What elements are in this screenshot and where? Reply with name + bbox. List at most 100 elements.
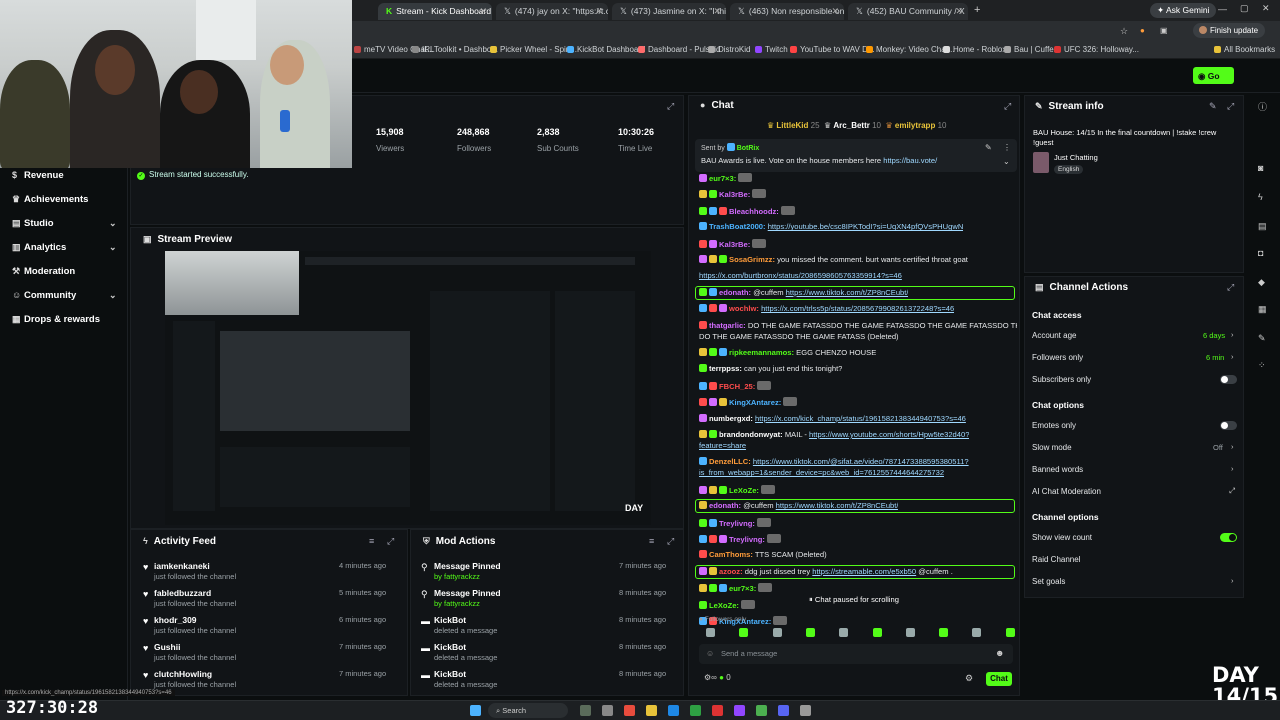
chat-username[interactable]: KingXAntarez: xyxy=(729,398,781,407)
followers-only-value[interactable]: 6 min xyxy=(1206,353,1224,362)
bookmark-item[interactable]: YouTube to WAV D... xyxy=(790,45,875,54)
quick-emote-icon[interactable] xyxy=(972,628,982,637)
chat-username[interactable]: numbergxd: xyxy=(709,414,753,423)
chat-input[interactable]: ☺ Send a message ☻ xyxy=(699,644,1013,664)
app-icon[interactable] xyxy=(800,705,811,716)
chat-message[interactable]: FBCH_25: xyxy=(699,380,772,391)
sidebar-item-drops[interactable]: ▦ Drops & rewards xyxy=(12,314,100,325)
chat-settings-icon[interactable]: ⚙ xyxy=(965,673,973,684)
chat-message[interactable]: wochlw: https://x.com/trlss5p/status/208… xyxy=(699,304,954,313)
bell-icon[interactable]: ◆ xyxy=(1258,277,1265,288)
chat-username[interactable]: ripkeemannamos: xyxy=(729,348,794,357)
tab-kick-dashboard[interactable]: K Stream - Kick Dashboard ✕ xyxy=(378,3,492,20)
feed-username[interactable]: iamkenkaneki xyxy=(154,561,210,571)
app-icon[interactable] xyxy=(712,705,723,716)
bookmark-item[interactable]: Home - Roblox xyxy=(943,45,1006,54)
chrome-icon[interactable] xyxy=(756,705,767,716)
app-icon[interactable] xyxy=(668,705,679,716)
account-age-label[interactable]: Account age xyxy=(1032,331,1076,340)
chat-link[interactable]: https://streamable.com/e5xb50 xyxy=(812,567,916,576)
bolt-icon[interactable]: ϟ xyxy=(1258,192,1263,202)
chat-message[interactable]: feature=share xyxy=(699,441,746,450)
feed-username[interactable]: clutchHowling xyxy=(154,669,212,679)
chat-message[interactable]: KingXAntarez: xyxy=(699,397,798,407)
slow-mode-label[interactable]: Slow mode xyxy=(1032,443,1072,452)
chat-link[interactable]: https://www.tiktok.com/t/ZP8nCEubt/ xyxy=(776,501,899,510)
quick-emote-icon[interactable] xyxy=(939,628,949,637)
chat-message[interactable]: azooz: ddg just dissed trey https://stre… xyxy=(699,566,953,576)
chat-username[interactable]: LeXoZe: xyxy=(709,601,739,610)
bookmark-item[interactable]: IRLToolkit • Dashbo... xyxy=(412,45,498,54)
chat-icon[interactable]: ◘ xyxy=(1258,248,1263,258)
document-icon[interactable]: ▤ xyxy=(1258,221,1267,232)
chat-message[interactable]: edonath: @cuffem https://www.tiktok.com/… xyxy=(699,287,908,297)
close-window-icon[interactable]: ✕ xyxy=(1262,3,1270,14)
chat-message[interactable]: is_from_webapp=1&sender_device=pc&web_id… xyxy=(699,468,944,477)
chat-username[interactable]: eur7×3: xyxy=(729,584,756,593)
extension-icon[interactable]: ● xyxy=(1140,26,1145,35)
chat-link[interactable]: https://www.tiktok.com/@sifat.ae/video/7… xyxy=(753,457,969,466)
sidebar-item-analytics[interactable]: ▥ Analytics ⌄ xyxy=(12,242,117,253)
star-icon[interactable]: ☆ xyxy=(1120,26,1128,37)
feed-username[interactable]: fabledbuzzard xyxy=(154,588,211,598)
chat-username[interactable]: LeXoZe: xyxy=(729,486,759,495)
chat-message[interactable]: DO THE GAME FATASSDO THE GAME FATASS (De… xyxy=(699,332,899,341)
chat-username[interactable]: SosaGrimzz: xyxy=(729,255,775,264)
chat-message[interactable]: LeXoZe: xyxy=(699,599,756,610)
chat-username[interactable]: DenzelLLC: xyxy=(709,457,751,466)
chat-message[interactable]: eur7×3: xyxy=(699,173,753,183)
chat-username[interactable]: wochlw: xyxy=(729,304,759,313)
chat-link[interactable]: feature=share xyxy=(699,441,746,450)
bookmark-item[interactable]: Picker Wheel - Spin... xyxy=(490,45,577,54)
chat-username[interactable]: azooz: xyxy=(719,567,743,576)
emoji-icon[interactable]: ☺ xyxy=(706,649,714,658)
tab-x-1[interactable]: 𝕏(474) jay on X: "https://t.co/r...✕ xyxy=(496,3,608,20)
chat-message[interactable]: thatgarlic: DO THE GAME FATASSDO THE GAM… xyxy=(699,320,1017,330)
quick-emote-icon[interactable] xyxy=(706,628,715,637)
send-chat-button[interactable]: Chat xyxy=(986,672,1012,686)
maximize-icon[interactable]: ▢ xyxy=(1240,3,1249,14)
banned-words-label[interactable]: Banned words xyxy=(1032,465,1083,474)
chat-username[interactable]: terrppss: xyxy=(709,364,742,373)
taskbar-search[interactable]: ⌕ Search xyxy=(488,703,568,718)
chevron-right-icon[interactable]: › xyxy=(1231,576,1234,585)
chat-link[interactable]: https://x.com/kick_champ/status/19615821… xyxy=(755,414,966,423)
ask-gemini-button[interactable]: ✦ Ask Gemini xyxy=(1150,3,1217,18)
feed-username[interactable]: Gushii xyxy=(154,642,180,652)
popout-icon[interactable]: ⤢ xyxy=(1227,282,1234,293)
gifter-name[interactable]: Arc_Bettr xyxy=(833,121,869,130)
quick-emote-icon[interactable] xyxy=(805,628,815,637)
chat-paused-banner[interactable]: ⏸ Chat paused for scrolling xyxy=(803,593,913,606)
chat-username[interactable]: Treylivng: xyxy=(719,519,755,528)
app-icon[interactable] xyxy=(734,705,745,716)
app-icon[interactable] xyxy=(690,705,701,716)
close-tab-icon[interactable]: ✕ xyxy=(831,6,839,17)
filter-icon[interactable]: ≡ xyxy=(649,536,654,546)
chat-message[interactable]: Treylivng: xyxy=(699,534,781,544)
chevron-right-icon[interactable]: › xyxy=(1231,464,1234,473)
folder-icon[interactable] xyxy=(646,705,657,716)
wrench-icon[interactable]: ✎ xyxy=(1258,333,1266,344)
info-icon[interactable]: ⓘ xyxy=(1258,100,1267,113)
close-tab-icon[interactable]: ✕ xyxy=(479,6,487,17)
account-age-value[interactable]: 6 days xyxy=(1203,331,1225,340)
chat-username[interactable]: Kal3rBe: xyxy=(719,190,750,199)
tab-x-2[interactable]: 𝕏(473) Jasmine on X: "I think ab...✕ xyxy=(612,3,726,20)
chat-message[interactable]: ripkeemannamos: EGG CHENZO HOUSE xyxy=(699,348,876,357)
quick-emote-icon[interactable] xyxy=(739,628,749,637)
finish-update-button[interactable]: Finish update xyxy=(1193,23,1265,38)
new-tab-icon[interactable]: + xyxy=(974,4,980,16)
chat-message[interactable]: Treylivng: xyxy=(699,517,771,528)
chevron-down-icon[interactable]: ⌄ xyxy=(1003,157,1010,166)
windows-start-icon[interactable] xyxy=(470,705,481,716)
chat-username[interactable]: TrashBoat2000: xyxy=(709,222,766,231)
chat-message[interactable]: edonath: @cuffem https://www.tiktok.com/… xyxy=(699,501,898,510)
chat-username[interactable]: brandondonwyat: xyxy=(719,430,783,439)
sidebar-item-community[interactable]: ☺ Community ⌄ xyxy=(12,290,117,301)
bookmark-item[interactable]: Twitch xyxy=(755,45,788,54)
go-live-button[interactable]: ◉ Go live xyxy=(1193,67,1234,92)
apps-icon[interactable]: ⁘ xyxy=(1258,360,1266,371)
app-icon[interactable] xyxy=(778,705,789,716)
chat-message[interactable]: CamThoms: TTS SCAM (Deleted) xyxy=(699,550,827,559)
chevron-right-icon[interactable]: › xyxy=(1231,352,1234,361)
